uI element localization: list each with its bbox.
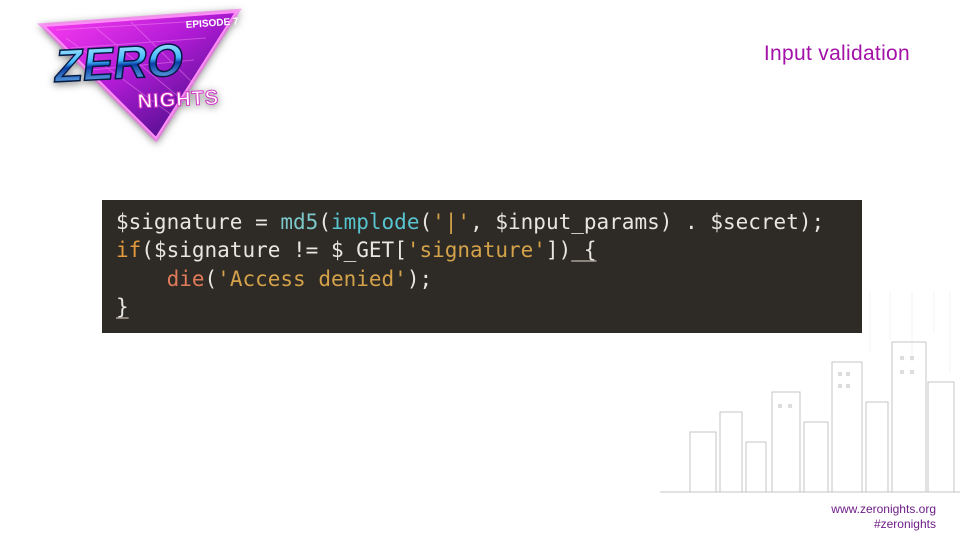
code-token: ) xyxy=(660,210,673,234)
code-token: implode xyxy=(331,210,420,234)
code-token: ) xyxy=(799,210,812,234)
footer-hashtag: #zeronights xyxy=(831,517,936,532)
code-token: { xyxy=(571,238,596,262)
code-token: ; xyxy=(419,267,432,291)
code-token: if xyxy=(116,238,141,262)
logo-main-text: ZERO xyxy=(52,34,187,92)
logo-sub-text: NIGHTS xyxy=(137,87,220,113)
code-token: $signature xyxy=(154,238,280,262)
code-token: 'Access denied' xyxy=(217,267,407,291)
code-token: != xyxy=(280,238,331,262)
code-token: } xyxy=(116,295,129,319)
slide-title: Input validation xyxy=(764,42,910,66)
code-token: ( xyxy=(318,210,331,234)
code-token: $_GET xyxy=(331,238,394,262)
zeronights-logo: EPISODE 7 ZERO NIGHTS xyxy=(36,8,246,148)
code-token: = xyxy=(242,210,280,234)
logo-episode-tag: EPISODE 7 xyxy=(185,16,239,31)
code-token: md5 xyxy=(280,210,318,234)
code-token xyxy=(116,267,167,291)
code-token: $input_params xyxy=(495,210,659,234)
code-token: ] xyxy=(546,238,559,262)
code-token: die xyxy=(167,267,205,291)
code-token: ) xyxy=(559,238,572,262)
footer: www.zeronights.org #zeronights xyxy=(831,502,936,532)
code-token: ( xyxy=(205,267,218,291)
code-token: '|' xyxy=(432,210,470,234)
code-token: $secret xyxy=(710,210,799,234)
code-token: ; xyxy=(812,210,825,234)
code-token: 'signature' xyxy=(407,238,546,262)
code-token: ( xyxy=(419,210,432,234)
code-token: [ xyxy=(394,238,407,262)
footer-url: www.zeronights.org xyxy=(831,502,936,517)
code-token: ( xyxy=(141,238,154,262)
code-token: $signature xyxy=(116,210,242,234)
code-token: ) xyxy=(407,267,420,291)
code-token: , xyxy=(470,210,495,234)
skyline-decoration xyxy=(660,292,960,502)
code-token: . xyxy=(672,210,710,234)
